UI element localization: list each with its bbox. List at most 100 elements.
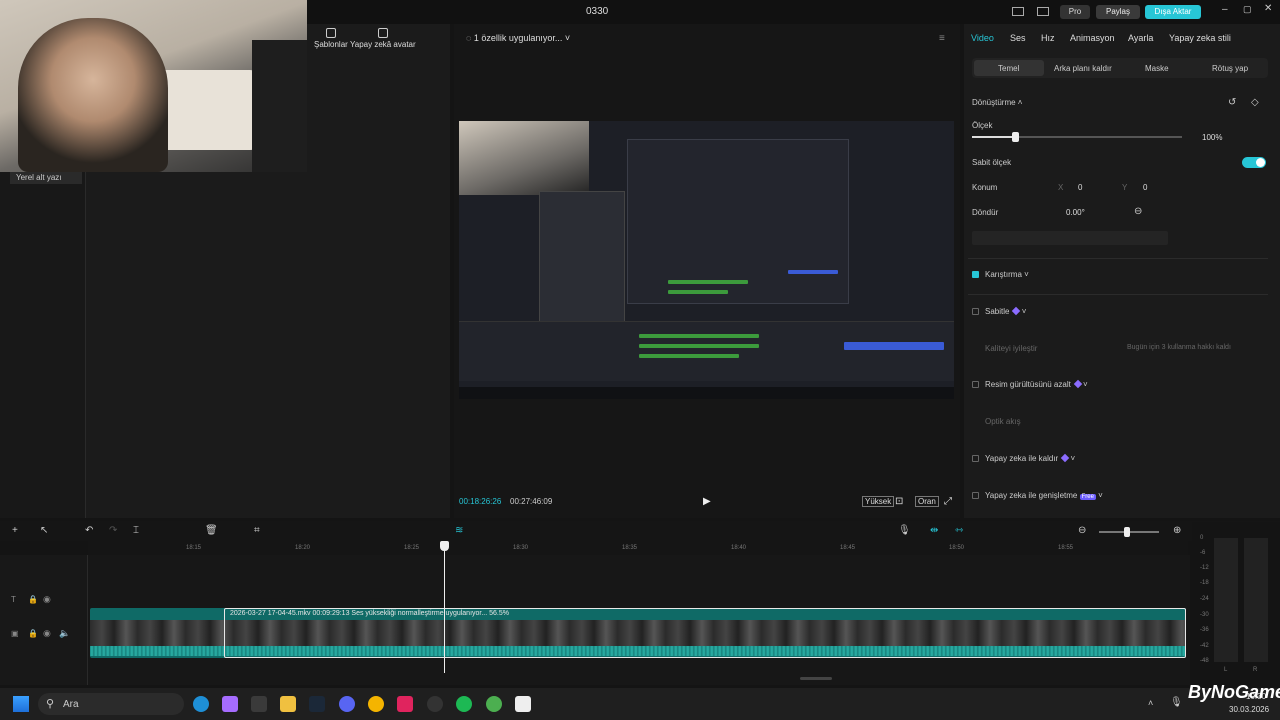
- uniform-scale-toggle[interactable]: [1242, 157, 1266, 168]
- taskbar-search[interactable]: [38, 693, 184, 715]
- redo-icon[interactable]: ↷: [109, 525, 117, 536]
- templates-tab[interactable]: Şablonlar: [314, 28, 348, 49]
- ruler-tick: 18:55: [1058, 545, 1074, 551]
- chevron-down-icon[interactable]: ˅: [562, 33, 570, 43]
- ai-expand-checkbox[interactable]: [972, 492, 979, 499]
- quality-button[interactable]: Yüksek: [862, 496, 895, 507]
- pro-button[interactable]: Pro: [1060, 5, 1090, 19]
- os-taskbar: [0, 688, 1280, 720]
- meter-scale-label: -18: [1200, 580, 1209, 586]
- subtab-mask[interactable]: Maske: [1145, 64, 1169, 73]
- crop-icon[interactable]: ⌗: [254, 525, 260, 536]
- tab-video[interactable]: Video: [971, 33, 994, 43]
- delete-icon[interactable]: 🗑: [205, 525, 218, 536]
- subtab-retouch[interactable]: Rötuş yap: [1212, 64, 1248, 73]
- timeline-scrollbar[interactable]: [800, 677, 832, 680]
- split-icon[interactable]: ⌶: [133, 525, 139, 536]
- tab-audio[interactable]: Ses: [1010, 33, 1026, 43]
- lock-icon[interactable]: 🔒: [28, 629, 38, 638]
- layout-icon[interactable]: [1012, 7, 1024, 16]
- subtab-remove-bg[interactable]: Arka planı kaldır: [1054, 64, 1112, 73]
- tab-adjust[interactable]: Ayarla: [1128, 33, 1153, 43]
- scale-value[interactable]: 100%: [1202, 133, 1222, 142]
- transform-title[interactable]: Dönüştürme ˄: [972, 98, 1022, 107]
- store-icon[interactable]: [251, 696, 267, 712]
- ai-avatar-tab[interactable]: Yapay zekâ avatar: [350, 28, 416, 49]
- rotate-input[interactable]: 0.00°: [1066, 208, 1085, 217]
- play-button[interactable]: ▶: [703, 496, 711, 507]
- time-ruler[interactable]: [88, 541, 1188, 555]
- hamburger-icon[interactable]: ≡: [939, 33, 945, 44]
- fullscreen-icon[interactable]: ⤢: [944, 496, 952, 507]
- ai-expand-title[interactable]: Yapay zeka ile genişletme Free ˅: [985, 491, 1103, 500]
- subtab-basic[interactable]: Temel: [998, 64, 1019, 73]
- minimize-icon[interactable]: –: [1222, 4, 1228, 15]
- ratio-button[interactable]: Oran: [915, 496, 939, 507]
- blend-title[interactable]: Karıştırma ˅: [985, 270, 1029, 279]
- y-input[interactable]: 0: [1143, 183, 1147, 192]
- tab-speed[interactable]: Hız: [1041, 33, 1055, 43]
- speaker-icon[interactable]: 🔈: [59, 628, 70, 639]
- export-button[interactable]: Dışa Aktar: [1145, 5, 1201, 19]
- stabilize-checkbox[interactable]: [972, 308, 979, 315]
- folder-icon[interactable]: [280, 696, 296, 712]
- spotify-icon[interactable]: [456, 696, 472, 712]
- tab-ai-style[interactable]: Yapay zeka stili: [1169, 33, 1231, 43]
- clock-date[interactable]: 30.03.2026: [1229, 705, 1269, 714]
- align-toolbar[interactable]: [972, 231, 1168, 245]
- discord-icon[interactable]: [339, 696, 355, 712]
- meter-channel-l: L: [1224, 667, 1228, 673]
- tab-animation[interactable]: Animasyon: [1070, 33, 1115, 43]
- eye-icon[interactable]: ◉: [43, 594, 51, 605]
- select-tool-icon[interactable]: ↖: [40, 525, 48, 536]
- keyframe-icon[interactable]: ◇: [1251, 97, 1259, 108]
- maximize-icon[interactable]: ▢: [1243, 4, 1252, 15]
- media-sidebar: [0, 172, 86, 518]
- reset-icon[interactable]: ↺: [1228, 97, 1236, 108]
- tiktok-icon[interactable]: [397, 696, 413, 712]
- link-icon[interactable]: ⇿: [955, 525, 963, 536]
- waveform-icon[interactable]: ≋: [455, 525, 463, 536]
- denoise-title[interactable]: Resim gürültüsünü azalt ˅: [985, 379, 1088, 389]
- playhead-handle[interactable]: [440, 541, 449, 551]
- zoom-out-icon[interactable]: ⊖: [1078, 525, 1086, 536]
- denoise-checkbox[interactable]: [972, 381, 979, 388]
- blend-checkbox[interactable]: [972, 271, 979, 278]
- premium-gem-icon: [1060, 453, 1070, 463]
- microphone-icon[interactable]: 🎙: [898, 525, 911, 536]
- meter-scale-label: 0: [1200, 535, 1204, 541]
- eye-icon[interactable]: ◉: [43, 628, 51, 639]
- x-input[interactable]: 0: [1078, 183, 1082, 192]
- tray-chevron-icon[interactable]: ˄: [1148, 698, 1153, 708]
- fit-icon[interactable]: ⊡: [895, 496, 903, 507]
- local-subtitle-item[interactable]: Yerel alt yazı: [10, 172, 82, 184]
- optical-flow-title: Optik akış: [985, 417, 1021, 426]
- current-time: 00:18:26:26: [459, 497, 502, 506]
- edge-icon[interactable]: [193, 696, 209, 712]
- windows-start-icon[interactable]: [13, 696, 29, 712]
- steam-icon[interactable]: [309, 696, 325, 712]
- lock-icon[interactable]: 🔒: [28, 595, 38, 604]
- copilot-icon[interactable]: [222, 696, 238, 712]
- zoom-slider-knob[interactable]: [1124, 527, 1130, 537]
- ai-remove-checkbox[interactable]: [972, 455, 979, 462]
- menu-icon[interactable]: [1037, 7, 1049, 16]
- scale-slider-knob[interactable]: [1012, 132, 1019, 142]
- capcut-icon[interactable]: [515, 696, 531, 712]
- chrome-alt-icon[interactable]: [486, 696, 502, 712]
- playhead[interactable]: [444, 543, 445, 673]
- share-button[interactable]: Paylaş: [1096, 5, 1140, 19]
- chrome-icon[interactable]: [368, 696, 384, 712]
- obs-icon[interactable]: [427, 696, 443, 712]
- mic-tray-icon[interactable]: 🎙: [1170, 697, 1183, 708]
- undo-icon[interactable]: ↶: [85, 525, 93, 536]
- add-icon[interactable]: +: [12, 525, 18, 536]
- magnet-icon[interactable]: ⇹: [930, 525, 938, 536]
- rotate-dial-icon[interactable]: ⊖: [1134, 206, 1142, 217]
- text-track-icon: T: [11, 595, 16, 604]
- stabilize-title[interactable]: Sabitle ˅: [985, 306, 1026, 316]
- zoom-in-icon[interactable]: ⊕: [1173, 525, 1181, 536]
- ai-remove-title[interactable]: Yapay zeka ile kaldır ˅: [985, 453, 1075, 463]
- close-icon[interactable]: ✕: [1264, 3, 1272, 14]
- video-preview[interactable]: [459, 121, 954, 399]
